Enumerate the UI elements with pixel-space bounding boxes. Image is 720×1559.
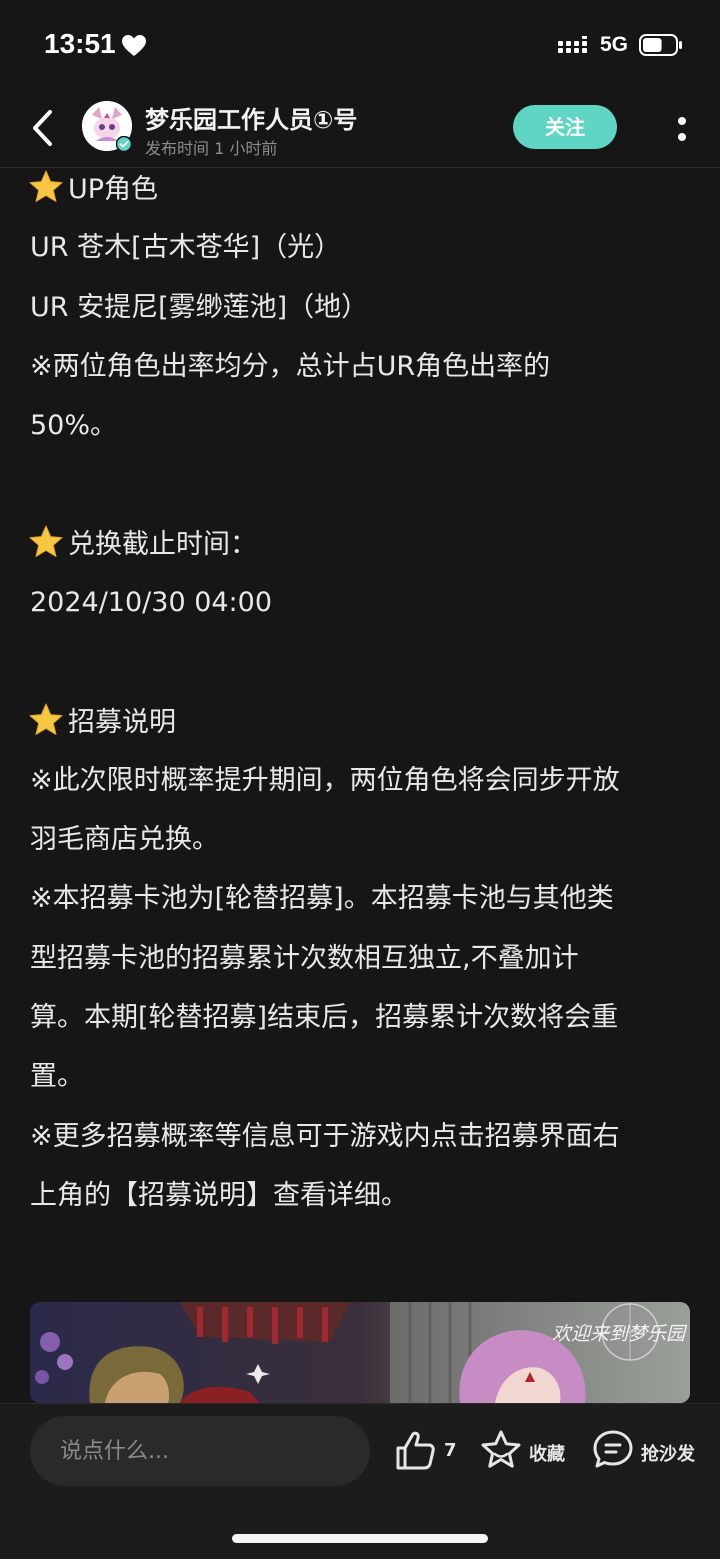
star-icon: [29, 525, 63, 557]
publish-time: 发布时间 1 小时前: [145, 139, 278, 158]
section-heading-exchange: 兑换截止时间：: [29, 524, 257, 565]
back-arrow-icon[interactable]: [26, 106, 60, 150]
text-line: ※两位角色出率均分，总计占UR角色出率的: [30, 351, 551, 382]
section-heading-text: UP角色: [68, 174, 159, 205]
post-image[interactable]: 欢迎来到梦乐园: [30, 1302, 690, 1403]
author-name[interactable]: 梦乐园工作人员①号: [145, 100, 357, 135]
favorite-label: 收藏: [529, 1444, 565, 1465]
comment-bubble-icon: [593, 1430, 633, 1468]
text-line: ※更多招募概率等信息可于游戏内点击招募界面右: [30, 1121, 620, 1152]
text-line: 算。本期[轮替招募]结束后，招募累计次数将会重: [30, 1002, 619, 1033]
text-line: 2024/10/30 04:00: [30, 587, 273, 618]
star-icon: [29, 703, 63, 735]
sofa-comment-button[interactable]: 抢沙发: [591, 1428, 701, 1474]
text-line: 羽毛商店兑换。: [30, 824, 219, 855]
text-line: 上角的【招募说明】查看详细。: [30, 1180, 408, 1211]
sofa-label: 抢沙发: [641, 1444, 695, 1465]
post-header: 梦乐园工作人员①号 发布时间 1 小时前 关注: [0, 92, 720, 168]
section-heading-recruit: 招募说明: [29, 702, 176, 743]
star-outline-icon: [481, 1430, 521, 1468]
status-time: 13:51: [44, 28, 116, 59]
heart-icon: [122, 35, 146, 56]
text-line: ※本招募卡池为[轮替招募]。本招募卡池与其他类: [30, 883, 614, 914]
text-line: 50%。: [30, 410, 118, 441]
more-options-icon[interactable]: [670, 110, 694, 146]
bottom-action-bar: 7 收藏 抢沙发: [0, 1403, 720, 1559]
section-heading-up: UP角色: [29, 169, 159, 210]
thumbs-up-icon: [396, 1431, 435, 1470]
text-line: ※此次限时概率提升期间，两位角色将会同步开放: [30, 765, 620, 796]
home-indicator[interactable]: [232, 1534, 488, 1543]
follow-button[interactable]: 关注: [513, 105, 617, 149]
text-line: 型招募卡池的招募累计次数相互独立,不叠加计: [30, 943, 579, 974]
star-icon: [29, 170, 63, 202]
like-count: 7: [444, 1440, 457, 1461]
network-type: 5G: [600, 33, 629, 56]
verified-badge-icon: [116, 136, 132, 152]
favorite-button[interactable]: 收藏: [479, 1428, 571, 1474]
text-line: UR 安提尼[雾缈莲池]（地）: [30, 292, 369, 323]
banner-artwork: 欢迎来到梦乐园: [30, 1302, 690, 1403]
banner-overlay-text: 欢迎来到梦乐园: [552, 1323, 688, 1345]
section-heading-text: 招募说明: [68, 707, 176, 738]
signal-icon: [558, 36, 587, 53]
section-heading-text: 兑换截止时间：: [68, 529, 257, 560]
text-line: UR 苍木[古木苍华]（光）: [30, 232, 342, 263]
battery-icon: [639, 34, 682, 56]
text-line: 置。: [30, 1061, 84, 1092]
comment-input[interactable]: [30, 1416, 370, 1486]
status-bar: 13:51 5G: [0, 0, 720, 92]
like-button[interactable]: 7: [394, 1428, 464, 1474]
